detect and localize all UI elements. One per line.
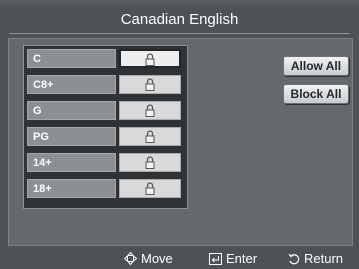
page-title: Canadian English: [120, 11, 239, 28]
enter-hint-label: Enter: [226, 251, 258, 266]
footer-hints: Move Enter Return: [0, 248, 359, 269]
lock-icon: [145, 53, 155, 66]
enter-icon: [209, 252, 222, 265]
return-hint: Return: [288, 248, 343, 269]
rating-label: C8+: [27, 75, 116, 94]
rating-label: 18+: [27, 179, 116, 198]
rating-row-g: G: [26, 100, 185, 121]
rating-label: 14+: [27, 153, 116, 172]
lock-icon: [145, 156, 155, 169]
lock-icon: [145, 182, 155, 195]
move-hint-label: Move: [141, 251, 173, 266]
lock-icon: [145, 78, 155, 91]
rating-row-14: 14+: [26, 152, 185, 173]
lock-toggle-c8[interactable]: [119, 75, 181, 94]
move-dpad-icon: [124, 252, 137, 265]
move-hint: Move: [124, 248, 173, 269]
ratings-grid: C C8+ G PG 14+ 18+: [23, 45, 188, 209]
lock-toggle-c[interactable]: [119, 49, 181, 68]
title-divider: [9, 33, 350, 34]
rating-label: PG: [27, 127, 116, 146]
rating-row-c: C: [26, 48, 185, 69]
return-hint-label: Return: [304, 251, 344, 266]
lock-icon: [145, 130, 155, 143]
allow-all-button[interactable]: Allow All: [283, 56, 349, 76]
lock-toggle-pg[interactable]: [119, 127, 181, 146]
lock-icon: [145, 104, 155, 117]
enter-hint: Enter: [209, 248, 257, 269]
rating-label: G: [27, 101, 116, 120]
lock-toggle-14[interactable]: [119, 153, 181, 172]
rating-label: C: [27, 49, 116, 68]
tv-menu-screen: Canadian English C C8+ G PG 14+ 18+ Allo…: [0, 0, 359, 269]
lock-toggle-18[interactable]: [119, 179, 181, 198]
rating-row-pg: PG: [26, 126, 185, 147]
lock-toggle-g[interactable]: [119, 101, 181, 120]
block-all-button[interactable]: Block All: [283, 84, 349, 104]
rating-row-c8: C8+: [26, 74, 185, 95]
return-icon: [288, 253, 300, 264]
rating-row-18: 18+: [26, 178, 185, 199]
